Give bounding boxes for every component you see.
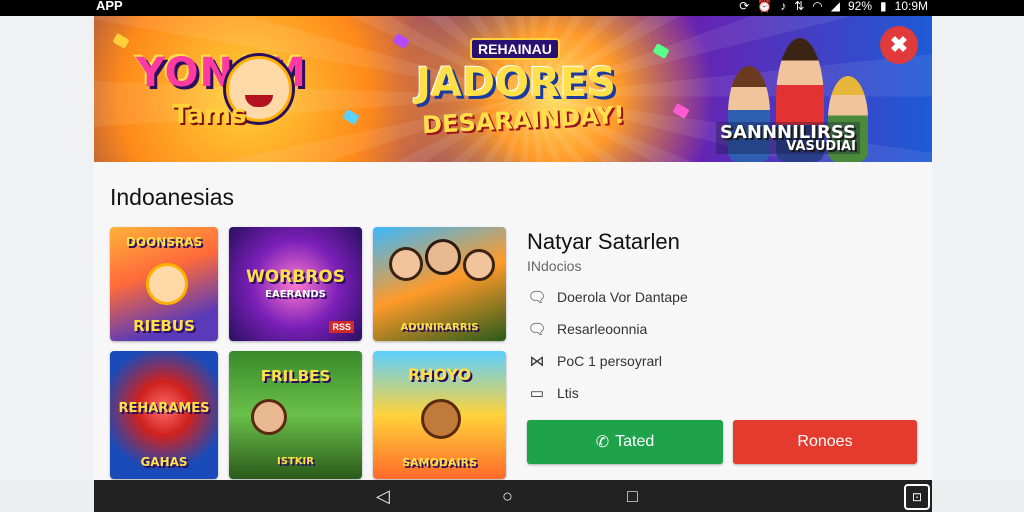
mute-icon: ♪ (780, 0, 787, 13)
detail-text: Ltis (557, 385, 579, 401)
screenshot-icon[interactable]: ⊡ (904, 484, 930, 510)
clock: 10:9M (894, 0, 928, 13)
close-banner-button[interactable]: ✖ (880, 26, 918, 64)
detail-text: Doerola Vor Dantape (557, 289, 688, 305)
left-gutter (0, 16, 94, 480)
game-tile[interactable]: WORBROS EAERANDS RSS (229, 227, 362, 341)
detail-text: PoC 1 persoyrarl (557, 353, 663, 369)
data-icon: ⇅ (794, 0, 805, 13)
book-icon: ▭ (529, 385, 545, 402)
right-gutter (932, 16, 1024, 480)
character-icon (251, 399, 287, 435)
secondary-action-label: Ronoes (797, 433, 853, 450)
tile-subtitle: GAHAS (140, 455, 188, 469)
status-icons: ⟳ ⏰ ♪ ⇅ ◠ ◢ 92% ▮ 10:9M (739, 0, 928, 14)
app-panel: YONAM Tams REHAINAU JADORES DESARAINDAY!… (94, 16, 932, 480)
app-label: APP (96, 0, 123, 13)
detail-row: ⋈ PoC 1 persoyrarl (527, 352, 663, 370)
detail-row: 🗨 Doerola Vor Dantape (527, 288, 688, 306)
phone-icon: ✆ (595, 434, 610, 451)
section-title: Indoanesias (110, 184, 235, 210)
tile-subtitle: SAMODAIRS (402, 456, 477, 469)
banner-center-title: JADORES (416, 60, 616, 106)
primary-action-label: Tated (615, 433, 655, 450)
back-icon[interactable]: ◁ (376, 486, 390, 506)
item-subtitle: INdocios (527, 258, 582, 274)
game-tile[interactable]: ADUNIRARRIS (373, 227, 506, 341)
banner-left-subtitle: Tams (172, 100, 247, 130)
tile-title: FRILBES (260, 367, 331, 385)
tile-badge: RSS (329, 321, 354, 333)
nav-bar: ◁ ○ □ ⊡ (94, 480, 932, 512)
character-icon (389, 247, 423, 281)
battery-level: 92% (848, 0, 873, 13)
tile-subtitle: RIEBUS (133, 317, 195, 335)
character-icon (463, 249, 495, 281)
banner-center-tag: REHAINAU (470, 38, 560, 60)
promo-banner[interactable]: YONAM Tams REHAINAU JADORES DESARAINDAY!… (94, 16, 932, 162)
game-tile[interactable]: REHARAMES GAHAS (110, 351, 218, 479)
secondary-action-button[interactable]: Ronoes (733, 420, 917, 464)
status-bar: APP ⟳ ⏰ ♪ ⇅ ◠ ◢ 92% ▮ 10:9M (0, 0, 1024, 16)
game-tile[interactable]: FRILBES ISTKIR (229, 351, 362, 479)
banner-right-title: SANNNILIRSS VASUDIAI (716, 122, 860, 154)
primary-action-button[interactable]: ✆ Tated (527, 420, 723, 464)
wifi-icon: ◠ (812, 0, 823, 13)
item-title: Natyar Satarlen (527, 229, 680, 254)
game-tile[interactable]: DOONSRAS RIEBUS (110, 227, 218, 341)
tile-subtitle: EAERANDS (265, 289, 326, 300)
tile-title: WORBROS (245, 267, 346, 287)
tile-title: ADUNIRARRIS (400, 322, 479, 333)
detail-row: 🗨 Resarleoonnia (527, 320, 647, 338)
sync-icon: ⟳ (739, 0, 750, 13)
detail-row: ▭ Ltis (527, 384, 579, 402)
tile-subtitle: ISTKIR (277, 456, 314, 467)
home-icon[interactable]: ○ (502, 486, 513, 506)
signal-icon: ◢ (830, 0, 840, 13)
game-tile[interactable]: RHOYO SAMODAIRS (373, 351, 506, 479)
alarm-icon: ⏰ (757, 0, 773, 13)
detail-text: Resarleoonnia (557, 321, 648, 337)
chat-icon: 🗨 (527, 289, 547, 306)
battery-icon: ▮ (880, 0, 887, 13)
character-icon (425, 239, 461, 275)
tile-title: DOONSRAS (125, 235, 203, 249)
people-icon: ⋈ (529, 353, 545, 370)
tile-title: RHOYO (407, 365, 472, 384)
character-icon (421, 399, 461, 439)
tile-title: REHARAMES (118, 401, 210, 416)
character-icon (146, 263, 188, 305)
chat-icon: 🗨 (527, 321, 547, 338)
recents-icon[interactable]: □ (627, 486, 638, 506)
